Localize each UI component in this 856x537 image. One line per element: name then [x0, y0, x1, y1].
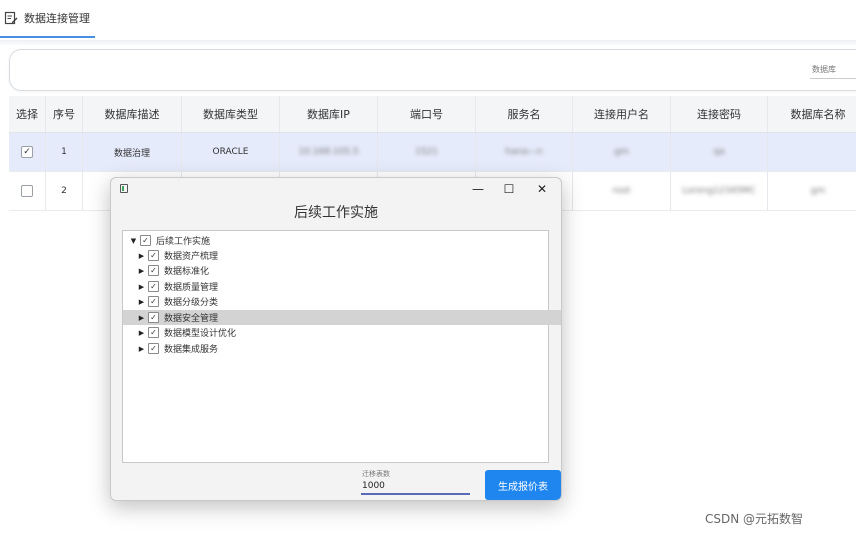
column-header-index[interactable]: 序号 — [46, 96, 83, 132]
row-checkbox[interactable]: ✓ — [21, 146, 33, 158]
collapsed-arrow-icon[interactable]: ▶ — [137, 298, 146, 306]
column-header-username[interactable]: 连接用户名 — [573, 96, 671, 132]
dialog-title: 后续工作实施 — [294, 205, 378, 221]
table-cell: 1 — [46, 133, 83, 171]
column-header-db-type[interactable]: 数据库类型 — [182, 96, 280, 132]
maximize-icon: ☐ — [503, 182, 515, 196]
app-window-icon — [120, 184, 128, 193]
table-cell: ORACLE — [182, 133, 280, 171]
column-header-select[interactable]: 选择 — [9, 96, 46, 132]
database-filter-label: 数据库 — [812, 65, 836, 74]
follow-up-work-dialog: — ☐ ✕ 后续工作实施 ▼ ✓ 后续工作实施 ▶ ✓ 数据资产梳理 ▶ ✓ 数… — [110, 177, 562, 501]
table-cell: root — [612, 186, 631, 196]
table-cell-wrap: gm — [573, 133, 671, 171]
migration-table-count-label: 迁移表数 — [362, 470, 390, 478]
table-cell-wrap: 10.168.105.5 — [280, 133, 378, 171]
table-cell — [768, 133, 856, 171]
tab-data-connection-management[interactable]: 数据连接管理 — [0, 0, 95, 38]
tree-item-data-asset[interactable]: ▶ ✓ 数据资产梳理 — [123, 248, 561, 263]
row-select-cell: ✓ — [9, 133, 46, 171]
filter-panel — [9, 49, 856, 91]
collapsed-arrow-icon[interactable]: ▶ — [137, 267, 146, 275]
expanded-arrow-icon[interactable]: ▼ — [129, 237, 138, 245]
collapsed-arrow-icon[interactable]: ▶ — [137, 314, 146, 322]
column-header-service-name[interactable]: 服务名 — [476, 96, 573, 132]
maximize-button[interactable]: ☐ — [494, 180, 524, 198]
table-cell-wrap: Lorong12345MC — [671, 172, 768, 210]
table-cell-wrap: root — [573, 172, 671, 210]
column-header-password[interactable]: 连接密码 — [671, 96, 768, 132]
tree-item-label: 数据安全管理 — [164, 314, 219, 324]
collapsed-arrow-icon[interactable]: ▶ — [137, 345, 146, 353]
collapsed-arrow-icon[interactable]: ▶ — [137, 283, 146, 291]
migration-table-count-input[interactable] — [361, 479, 470, 495]
table-cell-wrap: hana—n — [476, 133, 573, 171]
tree-item-label: 数据资产梳理 — [164, 252, 219, 262]
tree-item-data-model[interactable]: ▶ ✓ 数据模型设计优化 — [123, 325, 561, 340]
table-cell: qa — [713, 147, 725, 157]
table-row[interactable]: ✓ 1 数据治理 ORACLE 10.168.105.5 1521 hana—n… — [9, 133, 856, 172]
table-cell: gm — [810, 186, 826, 196]
row-checkbox[interactable] — [21, 185, 33, 197]
column-header-db-name[interactable]: 数据库名称 — [768, 96, 856, 132]
tree-checkbox[interactable]: ✓ — [140, 235, 151, 246]
tree-item-data-security[interactable]: ▶ ✓ 数据安全管理 — [123, 310, 561, 325]
watermark: CSDN @元拓数智 — [705, 512, 804, 526]
column-header-db-description[interactable]: 数据库描述 — [83, 96, 182, 132]
tab-label: 数据连接管理 — [24, 12, 90, 25]
close-icon: ✕ — [536, 182, 548, 196]
table-cell-wrap: gm — [768, 172, 856, 210]
column-header-port[interactable]: 端口号 — [378, 96, 476, 132]
tab-bar: 数据连接管理 — [0, 0, 856, 41]
table-cell: gm — [614, 147, 629, 157]
tree-item-label: 数据分级分类 — [164, 298, 219, 308]
collapsed-arrow-icon[interactable]: ▶ — [137, 252, 146, 260]
tree-item-data-classification[interactable]: ▶ ✓ 数据分级分类 — [123, 294, 561, 309]
tab-bar-shadow — [0, 40, 856, 46]
table-cell: 1521 — [415, 147, 438, 157]
table-cell-wrap: 1521 — [378, 133, 476, 171]
tree-item-label: 数据模型设计优化 — [164, 329, 237, 339]
table-cell: Lorong12345MC — [682, 186, 756, 196]
tree-item-label: 数据标准化 — [164, 267, 210, 277]
table-cell-wrap: qa — [671, 133, 768, 171]
table-cell: 数据治理 — [83, 133, 182, 171]
tree-item-label: 数据质量管理 — [164, 283, 219, 293]
dialog-titlebar[interactable]: — ☐ ✕ — [111, 178, 561, 200]
tree-checkbox[interactable]: ✓ — [148, 343, 159, 354]
tree-checkbox[interactable]: ✓ — [148, 312, 159, 323]
row-select-cell — [9, 172, 46, 210]
tree-checkbox[interactable]: ✓ — [148, 281, 159, 292]
work-tree: ▼ ✓ 后续工作实施 ▶ ✓ 数据资产梳理 ▶ ✓ 数据标准化 ▶ ✓ 数据质量… — [122, 230, 561, 463]
tree-checkbox[interactable]: ✓ — [148, 327, 159, 338]
generate-quote-button[interactable]: 生成报价表 — [485, 470, 561, 500]
close-button[interactable]: ✕ — [527, 180, 557, 198]
edit-document-icon — [4, 11, 18, 25]
minimize-button[interactable]: — — [463, 180, 493, 198]
database-filter-input[interactable] — [810, 78, 856, 79]
table-cell: hana—n — [505, 147, 543, 157]
table-header: 选择 序号 数据库描述 数据库类型 数据库IP 端口号 服务名 连接用户名 连接… — [9, 96, 856, 133]
tree-item-data-standard[interactable]: ▶ ✓ 数据标准化 — [123, 263, 561, 278]
column-header-db-ip[interactable]: 数据库IP — [280, 96, 378, 132]
tree-checkbox[interactable]: ✓ — [148, 296, 159, 307]
collapsed-arrow-icon[interactable]: ▶ — [137, 329, 146, 337]
tree-item-data-integration[interactable]: ▶ ✓ 数据集成服务 — [123, 341, 561, 356]
tree-checkbox[interactable]: ✓ — [148, 250, 159, 261]
table-cell: 10.168.105.5 — [298, 147, 359, 157]
tree-item-label: 后续工作实施 — [156, 237, 211, 247]
tree-checkbox[interactable]: ✓ — [148, 265, 159, 276]
minimize-icon: — — [472, 182, 484, 196]
table-cell: 2 — [46, 172, 83, 210]
tree-item-data-quality[interactable]: ▶ ✓ 数据质量管理 — [123, 279, 561, 294]
tree-item-label: 数据集成服务 — [164, 345, 219, 355]
tree-root-item[interactable]: ▼ ✓ 后续工作实施 — [123, 233, 554, 248]
